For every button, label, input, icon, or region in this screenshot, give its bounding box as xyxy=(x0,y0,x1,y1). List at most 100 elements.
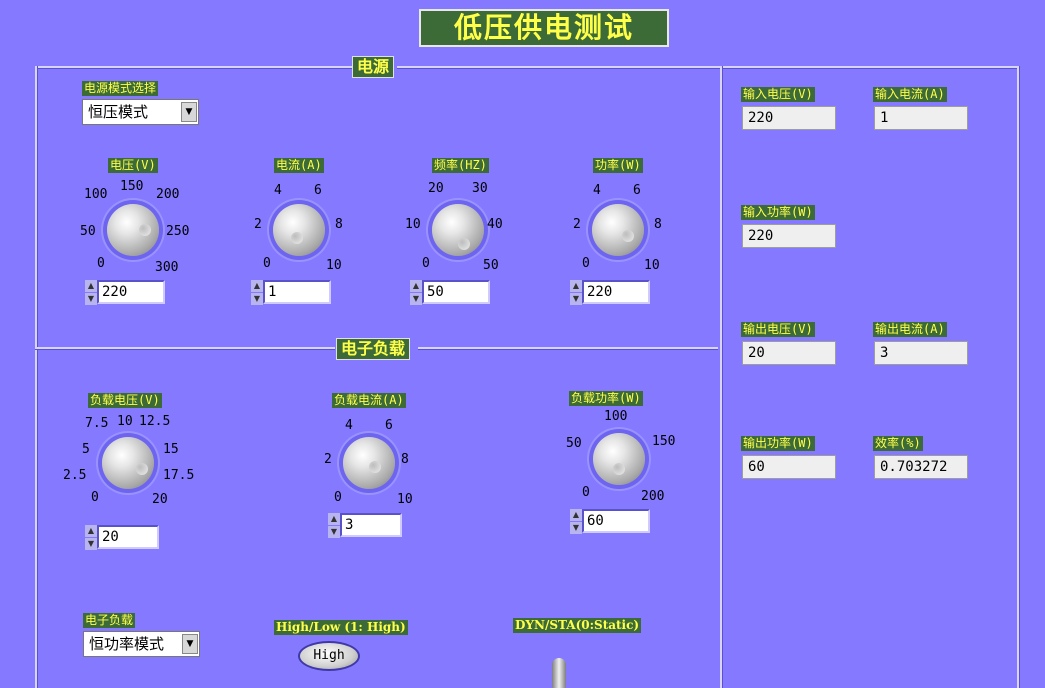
in-power-value: 220 xyxy=(742,224,836,248)
tick-label: 200 xyxy=(641,489,665,504)
tick-label: 250 xyxy=(166,224,190,239)
power-mode-value: 恒压模式 xyxy=(88,103,149,121)
page-title: 低压供电测试 xyxy=(419,9,669,47)
increment-icon[interactable]: ▲ xyxy=(85,280,97,292)
tick-label: 20 xyxy=(428,181,444,196)
tick-label: 150 xyxy=(652,434,676,449)
tick-label: 12.5 xyxy=(139,414,171,429)
tick-label: 10 xyxy=(326,258,342,273)
voltage-knob[interactable] xyxy=(107,204,159,256)
tick-label: 5 xyxy=(82,442,90,457)
frame-top-left xyxy=(35,66,355,69)
decrement-icon[interactable]: ▼ xyxy=(570,293,582,305)
chevron-down-icon[interactable]: ▼ xyxy=(182,634,198,654)
frame-top-right xyxy=(397,66,1019,69)
in-current-value: 1 xyxy=(874,106,968,130)
highlow-button[interactable]: High xyxy=(298,641,360,671)
decrement-icon[interactable]: ▼ xyxy=(85,293,97,305)
tick-label: 10 xyxy=(405,217,421,232)
in-voltage-value: 220 xyxy=(742,106,836,130)
chevron-down-icon[interactable]: ▼ xyxy=(181,102,197,122)
frame-mid-right xyxy=(418,347,718,350)
tick-label: 17.5 xyxy=(163,468,195,483)
tick-label: 200 xyxy=(156,187,180,202)
tick-label: 15 xyxy=(163,442,179,457)
decrement-icon[interactable]: ▼ xyxy=(328,526,340,538)
frame-divider xyxy=(720,66,723,688)
current-value[interactable]: 1 xyxy=(263,280,331,304)
increment-icon[interactable]: ▲ xyxy=(328,513,340,525)
tick-label: 30 xyxy=(472,181,488,196)
tick-label: 100 xyxy=(84,187,108,202)
tick-label: 4 xyxy=(274,183,282,198)
load-voltage-knob[interactable] xyxy=(102,437,154,489)
tick-label: 50 xyxy=(80,224,96,239)
load-voltage-knob-label: 负载电压(V) xyxy=(88,393,162,408)
tick-label: 20 xyxy=(152,492,168,507)
increment-icon[interactable]: ▲ xyxy=(251,280,263,292)
increment-icon[interactable]: ▲ xyxy=(410,280,422,292)
power-value[interactable]: 220 xyxy=(582,280,650,304)
tick-label: 10 xyxy=(397,492,413,507)
tick-label: 0 xyxy=(582,256,590,271)
tick-label: 4 xyxy=(593,183,601,198)
decrement-icon[interactable]: ▼ xyxy=(85,538,97,550)
tick-label: 50 xyxy=(483,258,499,273)
frame-right xyxy=(1017,66,1020,688)
decrement-icon[interactable]: ▼ xyxy=(570,522,582,534)
tick-label: 2 xyxy=(254,217,262,232)
load-current-value[interactable]: 3 xyxy=(340,513,402,537)
power-knob[interactable] xyxy=(592,204,644,256)
load-power-value[interactable]: 60 xyxy=(582,509,650,533)
tick-label: 2 xyxy=(324,452,332,467)
in-power-label: 输入功率(W) xyxy=(741,205,815,220)
out-power-label: 输出功率(W) xyxy=(741,436,815,451)
load-power-knob[interactable] xyxy=(593,433,645,485)
tick-label: 6 xyxy=(633,183,641,198)
load-current-knob-label: 负载电流(A) xyxy=(332,393,406,408)
current-knob-label: 电流(A) xyxy=(274,158,324,173)
power-mode-label: 电源模式选择 xyxy=(82,81,159,96)
tick-label: 0 xyxy=(582,485,590,500)
tick-label: 0 xyxy=(334,490,342,505)
increment-icon[interactable]: ▲ xyxy=(570,509,582,521)
in-voltage-label: 输入电压(V) xyxy=(741,87,815,102)
load-voltage-value[interactable]: 20 xyxy=(97,525,159,549)
tick-label: 0 xyxy=(97,256,105,271)
power-mode-select[interactable]: 恒压模式 ▼ xyxy=(82,99,199,125)
tick-label: 0 xyxy=(422,256,430,271)
highlow-label: High/Low (1: High) xyxy=(274,620,408,635)
increment-icon[interactable]: ▲ xyxy=(85,525,97,537)
tick-label: 8 xyxy=(335,217,343,232)
tick-label: 8 xyxy=(654,217,662,232)
tick-label: 7.5 xyxy=(85,416,109,431)
voltage-value[interactable]: 220 xyxy=(97,280,165,304)
tick-label: 4 xyxy=(345,418,353,433)
decrement-icon[interactable]: ▼ xyxy=(410,293,422,305)
dynsta-label: DYN/STA(0:Static) xyxy=(513,618,642,633)
in-current-label: 输入电流(A) xyxy=(873,87,947,102)
decrement-icon[interactable]: ▼ xyxy=(251,293,263,305)
frequency-knob-label: 频率(HZ) xyxy=(432,158,489,173)
frequency-value[interactable]: 50 xyxy=(422,280,490,304)
tick-label: 50 xyxy=(566,436,582,451)
tick-label: 0 xyxy=(91,490,99,505)
tick-label: 6 xyxy=(385,418,393,433)
dynsta-toggle[interactable] xyxy=(552,658,566,688)
tick-label: 6 xyxy=(314,183,322,198)
efficiency-value: 0.703272 xyxy=(874,455,968,479)
tick-label: 100 xyxy=(604,409,628,424)
load-mode-select[interactable]: 恒功率模式 ▼ xyxy=(83,631,200,657)
increment-icon[interactable]: ▲ xyxy=(570,280,582,292)
tick-label: 10 xyxy=(117,414,133,429)
out-voltage-label: 输出电压(V) xyxy=(741,322,815,337)
tick-label: 300 xyxy=(155,260,179,275)
out-power-value: 60 xyxy=(742,455,836,479)
load-section-label: 电子负载 xyxy=(336,338,411,360)
efficiency-label: 效率(%) xyxy=(873,436,923,451)
power-section-label: 电源 xyxy=(352,56,395,78)
frequency-knob[interactable] xyxy=(432,204,484,256)
current-knob[interactable] xyxy=(273,204,325,256)
voltage-knob-label: 电压(V) xyxy=(108,158,158,173)
load-current-knob[interactable] xyxy=(343,437,395,489)
